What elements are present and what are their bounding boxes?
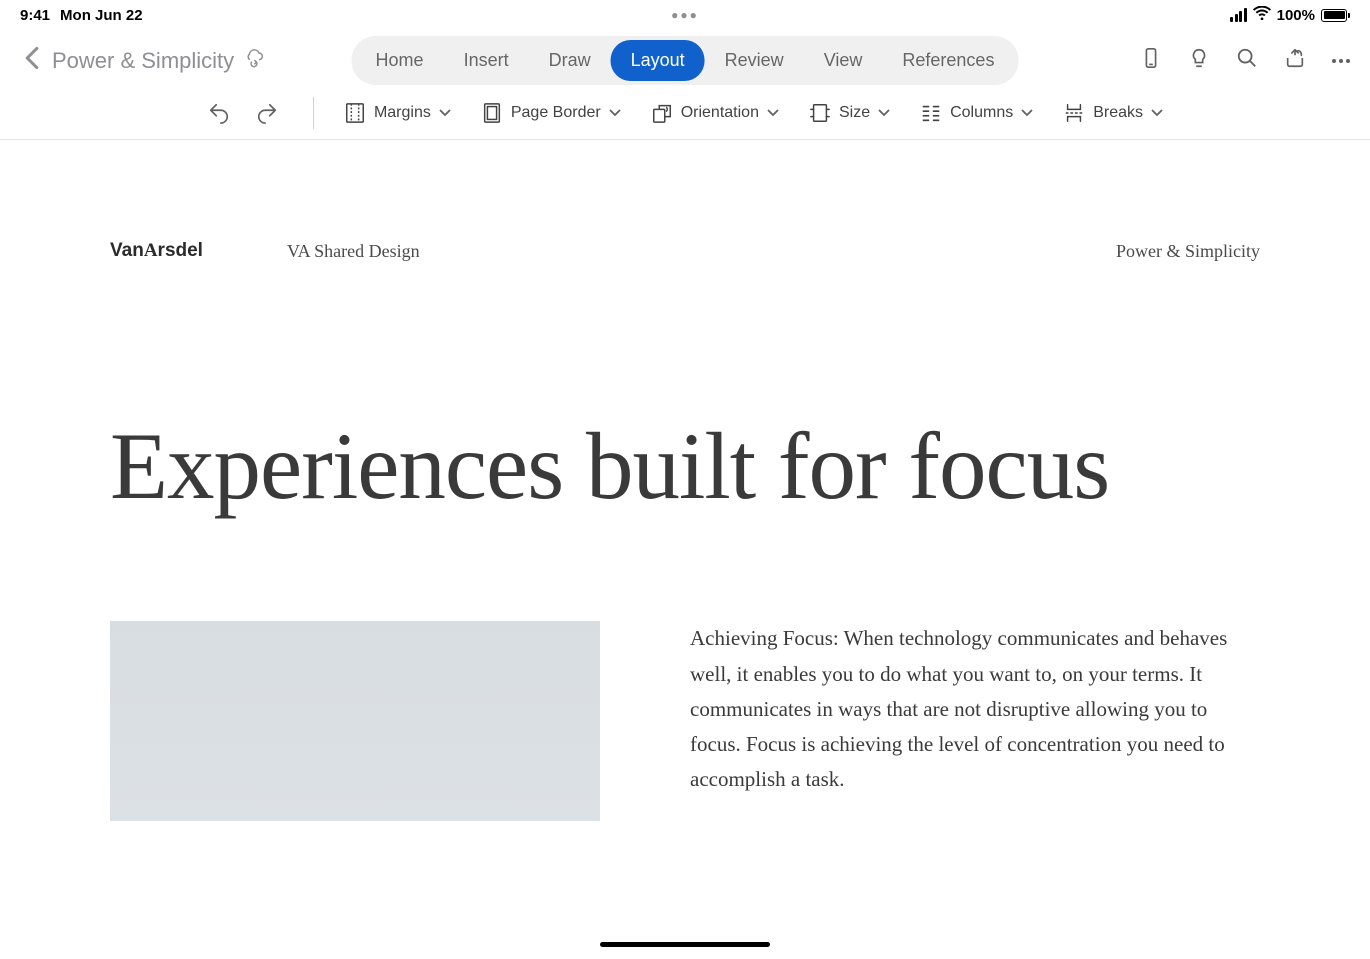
columns-label: Columns — [950, 104, 1013, 122]
tab-layout[interactable]: Layout — [611, 40, 705, 81]
brand-logo: VanArsdel — [110, 240, 203, 262]
title-bar: Power & Simplicity Home Insert Draw Layo… — [0, 30, 1370, 87]
page-border-button[interactable]: Page Border — [481, 102, 621, 124]
chevron-down-icon — [609, 109, 621, 117]
margins-label: Margins — [374, 104, 431, 122]
tab-view[interactable]: View — [804, 40, 883, 81]
document-title[interactable]: Power & Simplicity — [52, 48, 234, 74]
size-button[interactable]: Size — [809, 102, 890, 124]
document-heading[interactable]: Experiences built for focus — [110, 412, 1260, 521]
tab-home[interactable]: Home — [356, 40, 444, 81]
battery-icon — [1321, 9, 1350, 22]
more-icon[interactable] — [1332, 59, 1350, 63]
lightbulb-icon[interactable] — [1188, 47, 1210, 74]
orientation-button[interactable]: Orientation — [651, 102, 779, 124]
cellular-signal-icon — [1230, 8, 1247, 22]
breaks-label: Breaks — [1093, 104, 1143, 122]
chevron-down-icon — [878, 109, 890, 117]
chevron-down-icon — [767, 109, 779, 117]
mobile-view-icon[interactable] — [1140, 47, 1162, 74]
chevron-down-icon — [439, 109, 451, 117]
status-date: Mon Jun 22 — [60, 7, 143, 24]
chevron-down-icon — [1021, 109, 1033, 117]
back-button[interactable] — [20, 42, 44, 79]
chevron-down-icon — [1151, 109, 1163, 117]
size-label: Size — [839, 104, 870, 122]
status-time: 9:41 — [20, 7, 50, 24]
tab-review[interactable]: Review — [705, 40, 804, 81]
search-icon[interactable] — [1236, 47, 1258, 74]
wifi-icon — [1253, 6, 1271, 24]
multitask-dots-icon[interactable]: ●●● — [671, 8, 699, 22]
cloud-sync-icon[interactable] — [244, 48, 264, 73]
battery-percent: 100% — [1277, 7, 1315, 24]
doc-subtitle: VA Shared Design — [287, 241, 420, 262]
document-header: VanArsdel VA Shared Design Power & Simpl… — [110, 240, 1260, 262]
share-icon[interactable] — [1284, 47, 1306, 74]
tab-draw[interactable]: Draw — [529, 40, 611, 81]
undo-button[interactable] — [207, 102, 231, 124]
columns-button[interactable]: Columns — [920, 102, 1033, 124]
document-canvas[interactable]: VanArsdel VA Shared Design Power & Simpl… — [0, 140, 1370, 959]
ribbon-tabs: Home Insert Draw Layout Review View Refe… — [352, 36, 1019, 85]
page-border-label: Page Border — [511, 104, 601, 122]
home-indicator[interactable] — [600, 942, 770, 947]
doc-label: Power & Simplicity — [1116, 241, 1260, 262]
divider — [313, 97, 314, 129]
status-bar: 9:41 Mon Jun 22 ●●● 100% — [0, 0, 1370, 30]
margins-button[interactable]: Margins — [344, 102, 451, 124]
document-image[interactable] — [110, 621, 600, 821]
redo-button[interactable] — [255, 102, 279, 124]
breaks-button[interactable]: Breaks — [1063, 102, 1163, 124]
ribbon-toolbar: Margins Page Border Orientation Size — [0, 87, 1370, 140]
tab-references[interactable]: References — [882, 40, 1014, 81]
tab-insert[interactable]: Insert — [444, 40, 529, 81]
orientation-label: Orientation — [681, 104, 759, 122]
document-body-text[interactable]: Achieving Focus: When technology communi… — [690, 621, 1260, 821]
